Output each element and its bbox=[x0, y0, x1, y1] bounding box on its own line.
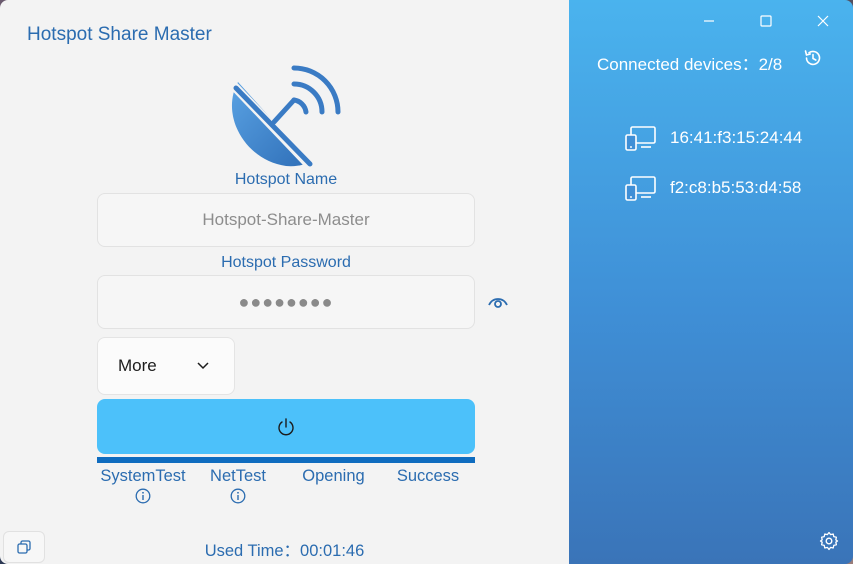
power-button[interactable] bbox=[97, 399, 475, 454]
maximize-icon[interactable] bbox=[755, 10, 777, 32]
gear-icon[interactable] bbox=[819, 531, 839, 551]
hotspot-password-label: Hotspot Password bbox=[221, 254, 351, 271]
device-mac: 16:41:f3:15:24:44 bbox=[670, 128, 803, 147]
device-item[interactable]: 16:41:f3:15:24:44 bbox=[625, 124, 802, 152]
power-icon bbox=[278, 417, 294, 435]
app-title: Hotspot Share Master bbox=[27, 24, 212, 45]
app-window: Hotspot Share Master Hotspot Name Hotspo… bbox=[0, 0, 853, 564]
device-item[interactable]: f2:c8:b5:53:d4:58 bbox=[625, 174, 801, 202]
copy-icon bbox=[17, 540, 31, 554]
step-nettest: NetTest bbox=[203, 467, 273, 504]
devices-icon bbox=[625, 126, 656, 151]
history-icon[interactable] bbox=[803, 48, 823, 68]
step-label: Opening bbox=[302, 467, 365, 485]
step-systemtest: SystemTest bbox=[97, 467, 189, 504]
devices-icon bbox=[625, 176, 656, 201]
main-panel: Hotspot Share Master Hotspot Name Hotspo… bbox=[0, 0, 569, 564]
step-label: Success bbox=[396, 467, 460, 485]
devices-panel: Connected devices：2/8 16:41:f3:15:24:44 bbox=[569, 0, 853, 564]
minimize-icon[interactable] bbox=[698, 10, 720, 32]
step-success: Success bbox=[392, 467, 464, 486]
step-opening: Opening bbox=[296, 467, 371, 486]
connected-devices-count: Connected devices：2/8 bbox=[597, 55, 783, 74]
device-mac: f2:c8:b5:53:d4:58 bbox=[670, 178, 802, 197]
more-label: More bbox=[118, 356, 157, 375]
progress-bar bbox=[97, 457, 475, 463]
info-icon[interactable] bbox=[230, 488, 246, 504]
info-icon[interactable] bbox=[135, 488, 151, 504]
hotspot-name-input[interactable]: Hotspot-Share-Master bbox=[97, 193, 475, 247]
restore-button[interactable] bbox=[3, 531, 45, 563]
satellite-dish-icon bbox=[229, 65, 341, 170]
step-label: SystemTest bbox=[100, 467, 186, 485]
close-icon[interactable] bbox=[812, 10, 834, 32]
step-label: NetTest bbox=[210, 467, 266, 485]
more-dropdown[interactable]: More bbox=[97, 337, 235, 395]
hotspot-password-input[interactable]: ●●●●●●●● bbox=[97, 275, 475, 329]
hotspot-name-label: Hotspot Name bbox=[234, 171, 338, 188]
chevron-down-icon bbox=[197, 362, 209, 370]
used-time: Used Time：00:01:46 bbox=[204, 542, 365, 560]
eye-icon[interactable] bbox=[487, 293, 509, 311]
